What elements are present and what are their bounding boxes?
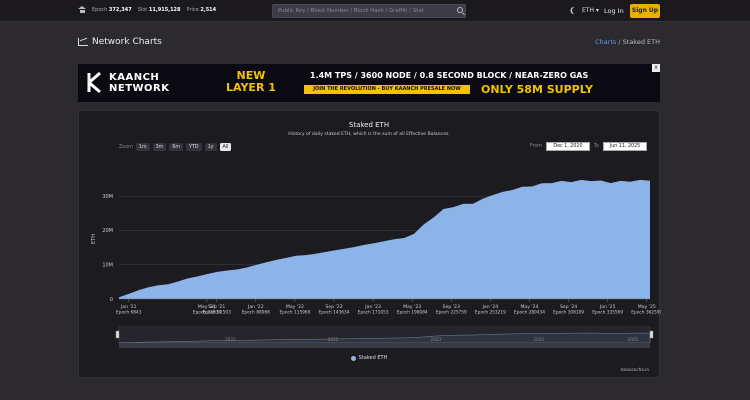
x-tick-epoch: Epoch 225759 bbox=[436, 310, 467, 316]
y-tick-label: 0 bbox=[110, 297, 113, 303]
x-tick-label: Jan '24 bbox=[482, 304, 499, 310]
navigator-left-handle bbox=[115, 330, 120, 339]
banner-supply: ONLY 58M SUPPLY bbox=[481, 83, 593, 96]
x-tick-label: Jan '21 bbox=[120, 304, 137, 310]
breadcrumb-separator: / bbox=[618, 38, 621, 46]
legend-marker bbox=[350, 355, 356, 361]
epoch-value: 372,347 bbox=[108, 6, 132, 13]
x-tick-label: May '23 bbox=[403, 304, 421, 310]
banner-brand-line2: NETWORK bbox=[109, 83, 170, 94]
breadcrumb-current: Staked ETH bbox=[622, 38, 660, 46]
network-stats: Epoch 372,347 Slot 11,915,128 Price 2,51… bbox=[78, 6, 216, 13]
banner-brand-line1: KAANCH bbox=[109, 72, 160, 83]
chart-legend[interactable]: Staked ETH bbox=[79, 355, 659, 361]
signup-button[interactable]: Sign Up bbox=[630, 4, 660, 18]
slot-label: Slot bbox=[137, 6, 148, 13]
x-tick-epoch: Epoch 253219 bbox=[475, 310, 506, 316]
x-tick-epoch: Epoch 143634 bbox=[319, 310, 350, 316]
x-tick-label: Sep '24 bbox=[560, 304, 577, 310]
x-tick-label: May '25 bbox=[638, 304, 656, 310]
line-chart-icon bbox=[78, 38, 88, 46]
price-label: Price bbox=[186, 6, 199, 13]
x-tick-label: Jan '22 bbox=[247, 304, 264, 310]
x-tick-epoch: Epoch 115969 bbox=[279, 310, 310, 316]
slot-value: 11,915,128 bbox=[148, 6, 181, 13]
x-tick-epoch: Epoch 6843 bbox=[116, 310, 142, 316]
x-tick-label: Jan '23 bbox=[364, 304, 381, 310]
search-icon[interactable] bbox=[457, 7, 463, 13]
x-tick-epoch: Epoch 88968 bbox=[242, 310, 270, 316]
network-select[interactable]: ETH ▾ bbox=[582, 7, 599, 14]
x-tick-epoch: Epoch 362599 bbox=[631, 310, 661, 316]
breadcrumb-charts-link[interactable]: Charts bbox=[595, 38, 616, 46]
kaanch-logo-icon bbox=[87, 71, 101, 94]
banner-tagline: 1.4M TPS / 3600 NODE / 0.8 SECOND BLOCK … bbox=[310, 71, 589, 80]
page-title: Network Charts bbox=[78, 37, 162, 47]
navigator-year-label: 2021 bbox=[225, 337, 236, 342]
navigator-year-label: 2025 bbox=[628, 337, 639, 342]
y-tick-label: 10M bbox=[102, 263, 113, 269]
x-tick-epoch: Epoch 280434 bbox=[514, 310, 545, 316]
x-tick-epoch: Epoch 335569 bbox=[592, 310, 623, 316]
home-icon[interactable] bbox=[78, 6, 86, 13]
x-tick-label: Sep '21 bbox=[208, 304, 225, 310]
x-tick-label: Sep '23 bbox=[443, 304, 460, 310]
chart-card: Staked ETH History of daily staked ETH, … bbox=[78, 110, 661, 379]
banner-new-layer: NEW LAYER 1 bbox=[226, 70, 276, 94]
breadcrumb: Charts / Staked ETH bbox=[595, 38, 660, 46]
x-tick-epoch: Epoch 198084 bbox=[397, 310, 428, 316]
search-input[interactable]: Public Key / Block Number / Block Hash /… bbox=[272, 4, 466, 18]
navigator-year-label: 2024 bbox=[533, 337, 544, 342]
ad-banner[interactable]: KAANCH NETWORK NEW LAYER 1 1.4M TPS / 36… bbox=[78, 64, 660, 102]
price-value: 2,514 bbox=[200, 6, 217, 13]
staked-eth-chart[interactable]: 010M20M30METHJan '21Epoch 6843May '21Epo… bbox=[79, 111, 661, 379]
y-tick-label: 20M bbox=[102, 228, 113, 234]
page-title-text: Network Charts bbox=[92, 37, 162, 47]
x-tick-epoch: Epoch 61503 bbox=[203, 310, 231, 316]
epoch-label: Epoch bbox=[92, 6, 108, 13]
login-link[interactable]: Log In bbox=[604, 7, 624, 15]
slot-stat[interactable]: Slot 11,915,128 bbox=[138, 7, 181, 13]
chart-credit[interactable]: beaconcha.in bbox=[621, 367, 649, 372]
y-tick-label: 30M bbox=[102, 194, 113, 200]
x-tick-epoch: Epoch 171053 bbox=[358, 310, 389, 316]
price-stat: Price 2,514 bbox=[187, 7, 217, 13]
x-tick-label: May '24 bbox=[520, 304, 538, 310]
x-tick-label: Jan '25 bbox=[599, 304, 616, 310]
banner-cta[interactable]: JOIN THE REVOLUTION - BUY KAANCH PRESALE… bbox=[304, 85, 470, 94]
banner-brand: KAANCH NETWORK bbox=[109, 72, 170, 94]
navigator-year-label: 2023 bbox=[431, 337, 442, 342]
legend-label: Staked ETH bbox=[358, 355, 388, 361]
banner-layer: LAYER 1 bbox=[226, 81, 276, 94]
x-tick-label: Sep '22 bbox=[325, 304, 342, 310]
theme-toggle-icon[interactable] bbox=[572, 7, 578, 14]
epoch-stat[interactable]: Epoch 372,347 bbox=[92, 7, 132, 13]
navigator-scrollbar bbox=[119, 344, 650, 348]
x-tick-epoch: Epoch 308109 bbox=[553, 310, 584, 316]
ad-close-icon[interactable]: x bbox=[652, 64, 660, 72]
navigator-right-handle bbox=[649, 330, 654, 339]
y-axis-title: ETH bbox=[91, 234, 97, 244]
navigator-year-label: 2022 bbox=[328, 337, 339, 342]
top-navbar: Epoch 372,347 Slot 11,915,128 Price 2,51… bbox=[0, 0, 750, 22]
staked-eth-area bbox=[119, 179, 650, 299]
x-tick-label: May '22 bbox=[286, 304, 304, 310]
